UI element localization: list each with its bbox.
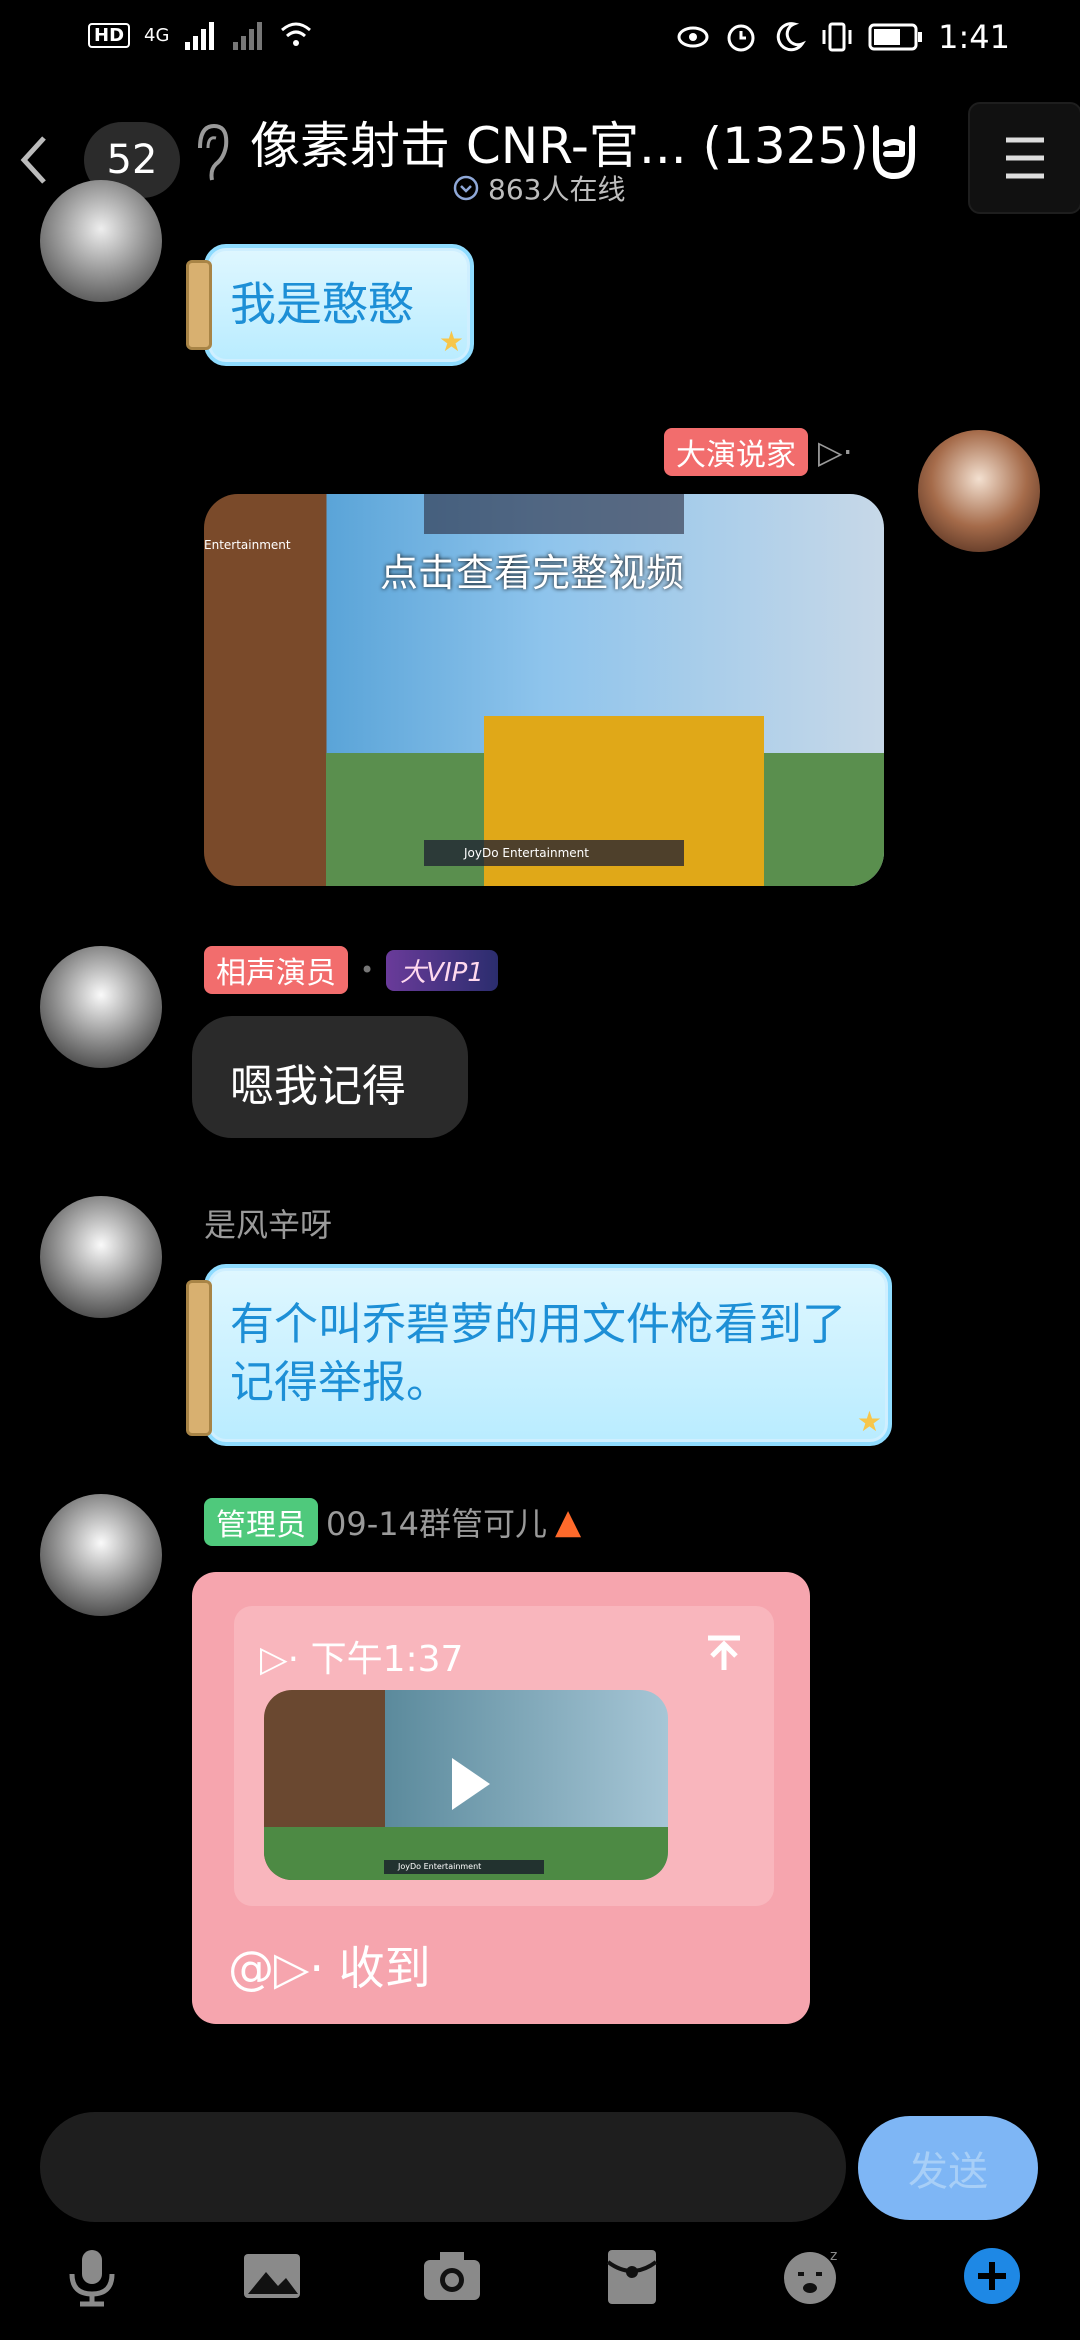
hamburger-icon bbox=[1006, 137, 1044, 179]
sender-row: 相声演员 • 大VIP1 bbox=[204, 946, 498, 994]
sender-row: 大演说家 ▷· bbox=[664, 428, 853, 476]
play-icon[interactable] bbox=[444, 1754, 494, 1814]
hd-indicator: HD bbox=[88, 22, 131, 48]
message-input[interactable] bbox=[40, 2112, 846, 2222]
admin-tag: 管理员 bbox=[204, 1498, 318, 1546]
message-bubble[interactable]: 嗯我记得 bbox=[192, 1016, 468, 1138]
menu-button[interactable] bbox=[968, 102, 1080, 214]
quoted-video-thumbnail[interactable]: JoyDo Entertainment bbox=[264, 1690, 668, 1880]
video-overlay-title: Entertainment bbox=[204, 538, 291, 552]
sender-name: ▷· bbox=[818, 433, 853, 471]
signal-2-icon bbox=[233, 22, 263, 50]
reply-message-bubble[interactable]: ▷· 下午1:37 JoyDo Entertainment @▷· 收到 bbox=[192, 1572, 810, 2024]
message-bubble-jar[interactable]: 有个叫乔碧萝的用文件枪看到了记得举报。 ★ bbox=[186, 1264, 892, 1446]
back-arrow-icon[interactable] bbox=[14, 130, 54, 190]
battery-icon bbox=[868, 23, 923, 51]
pin-top-icon[interactable] bbox=[704, 1634, 744, 1674]
jar-cap bbox=[186, 1280, 212, 1436]
reply-text: @▷· 收到 bbox=[228, 1941, 431, 1995]
avatar[interactable] bbox=[40, 946, 162, 1068]
plus-icon[interactable] bbox=[960, 2244, 1024, 2308]
image-icon[interactable] bbox=[240, 2244, 304, 2308]
video-message[interactable]: Entertainment 点击查看完整视频 JoyDo Entertainme… bbox=[204, 494, 884, 886]
quote-header: ▷· 下午1:37 bbox=[260, 1639, 464, 1680]
chat-header: 52 像素射击 CNR-官... (1325) 863人在线 bbox=[0, 90, 1080, 220]
microphone-icon[interactable] bbox=[60, 2244, 124, 2308]
avatar[interactable] bbox=[40, 1494, 162, 1616]
separator-dot: • bbox=[360, 956, 375, 984]
star-sticker-icon: ★ bbox=[856, 1405, 882, 1438]
online-status[interactable]: 863人在线 bbox=[452, 168, 625, 208]
online-count: 863人在线 bbox=[488, 173, 626, 206]
sender-row: 管理员 09-14群管可儿 ▲ bbox=[204, 1498, 581, 1546]
vibrate-icon bbox=[822, 22, 852, 52]
sender-tag: 相声演员 bbox=[204, 946, 348, 994]
chevron-down-circle-icon bbox=[453, 175, 479, 201]
jar-cap bbox=[186, 260, 212, 350]
fire-icon: ▲ bbox=[555, 1502, 582, 1542]
sender-tag: 大演说家 bbox=[664, 428, 808, 476]
message-bubble-jar[interactable]: 我是憨憨 ★ bbox=[186, 244, 474, 366]
red-packet-icon[interactable] bbox=[600, 2244, 664, 2308]
video-overlay-bottom: JoyDo Entertainment bbox=[424, 840, 684, 866]
video-caption: 点击查看完整视频 bbox=[380, 551, 685, 595]
status-bar: HD 4G 1:41 bbox=[0, 0, 1080, 80]
alarm-icon bbox=[727, 24, 755, 52]
svg-text:z: z bbox=[830, 2248, 837, 2264]
network-type: 4G bbox=[144, 24, 170, 46]
send-button[interactable]: 发送 bbox=[858, 2116, 1038, 2220]
sender-name: 是风辛呀 bbox=[204, 1206, 333, 1244]
star-sticker-icon: ★ bbox=[438, 325, 464, 358]
thumb-overlay-bottom: JoyDo Entertainment bbox=[384, 1860, 544, 1874]
sender-name: 09-14群管可儿 bbox=[326, 1505, 547, 1543]
rock-hand-icon[interactable] bbox=[862, 120, 928, 186]
message-text: 有个叫乔碧萝的用文件枪看到了记得举报。 bbox=[230, 1299, 846, 1408]
vip-badge: 大VIP1 bbox=[386, 949, 498, 991]
signal-icon bbox=[185, 22, 215, 50]
message-text: 我是憨憨 bbox=[230, 277, 414, 331]
avatar[interactable] bbox=[40, 1196, 162, 1318]
ear-icon[interactable] bbox=[190, 118, 234, 188]
camera-icon[interactable] bbox=[420, 2244, 484, 2308]
avatar[interactable] bbox=[40, 180, 162, 302]
moon-icon bbox=[776, 22, 807, 52]
emoji-icon[interactable]: z bbox=[780, 2244, 844, 2308]
wifi-icon bbox=[281, 22, 312, 46]
clock: 1:41 bbox=[938, 18, 1010, 56]
avatar[interactable] bbox=[918, 430, 1040, 552]
video-hud-top bbox=[424, 494, 684, 534]
message-text: 嗯我记得 bbox=[230, 1061, 406, 1112]
eye-icon bbox=[677, 26, 709, 48]
quoted-message[interactable]: ▷· 下午1:37 JoyDo Entertainment bbox=[234, 1606, 774, 1906]
